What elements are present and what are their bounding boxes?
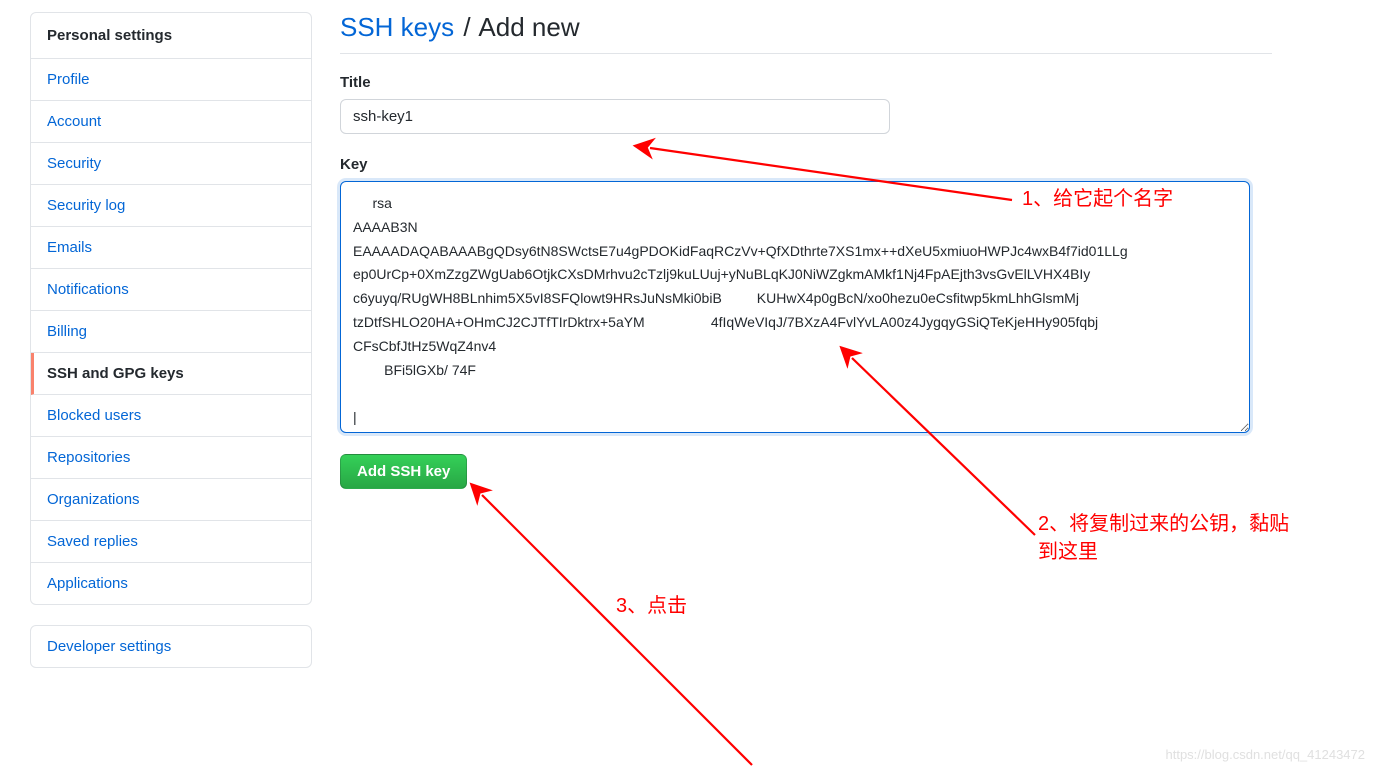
key-textarea[interactable]: rsa AAAAB3N EAAAADAQABAAABgQDsy6tN8SWcts… bbox=[340, 181, 1250, 433]
sidebar-item-notifications[interactable]: Notifications bbox=[31, 269, 311, 311]
sidebar-item-billing[interactable]: Billing bbox=[31, 311, 311, 353]
sidebar-developer-group: Developer settings bbox=[30, 625, 312, 668]
sidebar-item-ssh-gpg-keys[interactable]: SSH and GPG keys bbox=[31, 353, 311, 395]
sidebar-item-security-log[interactable]: Security log bbox=[31, 185, 311, 227]
sidebar-item-applications[interactable]: Applications bbox=[31, 563, 311, 604]
heading-tail: Add new bbox=[478, 12, 579, 42]
title-input[interactable] bbox=[340, 99, 890, 134]
watermark: https://blog.csdn.net/qq_41243472 bbox=[1166, 747, 1366, 762]
key-label: Key bbox=[340, 156, 1272, 173]
sidebar-item-emails[interactable]: Emails bbox=[31, 227, 311, 269]
sidebar-personal-group: Personal settings Profile Account Securi… bbox=[30, 12, 312, 605]
page-heading: SSH keys / Add new bbox=[340, 12, 1272, 54]
sidebar-item-security[interactable]: Security bbox=[31, 143, 311, 185]
sidebar-header: Personal settings bbox=[31, 13, 311, 59]
sidebar-item-organizations[interactable]: Organizations bbox=[31, 479, 311, 521]
heading-separator: / bbox=[461, 12, 472, 42]
sidebar-item-developer-settings[interactable]: Developer settings bbox=[31, 626, 311, 667]
title-label: Title bbox=[340, 74, 1272, 91]
main-content: SSH keys / Add new Title Key rsa AAAAB3N… bbox=[312, 12, 1272, 688]
sidebar-item-saved-replies[interactable]: Saved replies bbox=[31, 521, 311, 563]
settings-sidebar: Personal settings Profile Account Securi… bbox=[30, 12, 312, 688]
sidebar-item-profile[interactable]: Profile bbox=[31, 59, 311, 101]
sidebar-item-blocked-users[interactable]: Blocked users bbox=[31, 395, 311, 437]
title-group: Title bbox=[340, 74, 1272, 156]
add-ssh-key-button[interactable]: Add SSH key bbox=[340, 454, 467, 489]
sidebar-item-repositories[interactable]: Repositories bbox=[31, 437, 311, 479]
sidebar-item-account[interactable]: Account bbox=[31, 101, 311, 143]
key-group: Key rsa AAAAB3N EAAAADAQABAAABgQDsy6tN8S… bbox=[340, 156, 1272, 454]
heading-link-ssh-keys[interactable]: SSH keys bbox=[340, 12, 454, 42]
